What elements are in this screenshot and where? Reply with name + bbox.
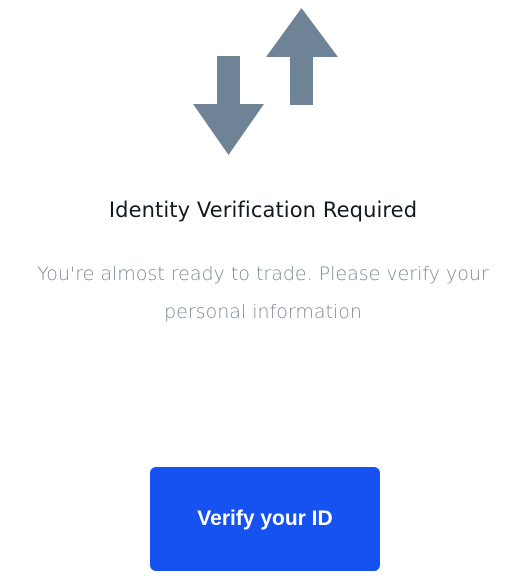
verify-id-button[interactable]: Verify your ID: [150, 467, 380, 571]
up-arrow-icon: [266, 8, 338, 105]
swap-arrows-icon: [193, 8, 338, 155]
page-title: Identity Verification Required: [108, 198, 418, 222]
verification-prompt: Identity Verification Required You're al…: [0, 0, 526, 581]
verification-message: You're almost ready to trade. Please ver…: [37, 263, 489, 323]
down-arrow-icon: [193, 56, 264, 155]
